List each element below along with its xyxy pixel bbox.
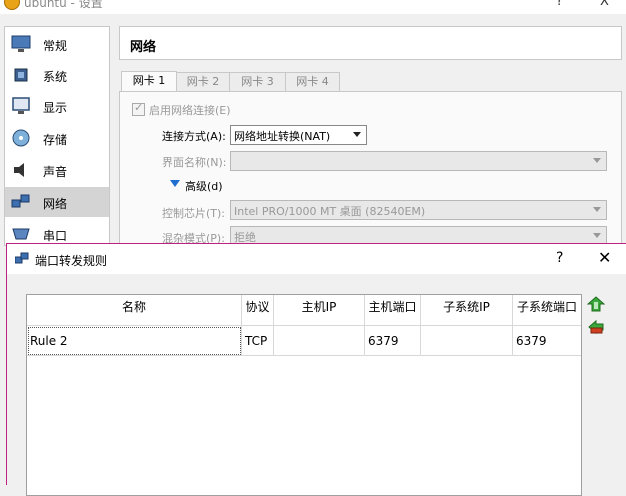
check-icon: ✓ [134, 101, 144, 114]
adapter-type-select[interactable]: Intel PRO/1000 MT 桌面 (82540EM) [230, 200, 607, 220]
cell-name[interactable]: Rule 2 [27, 326, 242, 356]
settings-close-button[interactable]: X [600, 0, 609, 9]
enable-network-label: 启用网络连接(E) [149, 104, 231, 117]
attach-value: 网络地址转换(NAT) [234, 130, 331, 143]
display-icon [12, 97, 30, 114]
chevron-down-icon [593, 158, 601, 163]
column-header-name[interactable]: 名称 [27, 295, 242, 326]
tab-adapter-1[interactable]: 网卡 1 [121, 71, 177, 92]
sidebar-item-label: 声音 [43, 165, 68, 179]
serial-port-icon [12, 228, 30, 240]
sidebar-item-label: 显示 [43, 101, 68, 115]
sidebar-item-label: 网络 [43, 197, 68, 211]
cell-host-ip[interactable] [274, 326, 365, 356]
network-icon [15, 252, 29, 264]
sidebar-item-general[interactable]: 常规 [5, 29, 109, 59]
rules-table: 名称 协议 主机IP 主机端口 子系统IP 子系统端口 Rule 2 TCP 6… [26, 294, 582, 496]
attach-select[interactable]: 网络地址转换(NAT) [230, 125, 367, 145]
expand-triangle-icon[interactable] [170, 180, 180, 187]
speaker-icon [14, 163, 24, 177]
interface-name-label: 界面名称(N): [162, 156, 227, 169]
tab-adapter-4[interactable]: 网卡 4 [285, 72, 340, 91]
network-icon [11, 194, 30, 208]
sidebar-item-storage[interactable]: 存储 [5, 123, 109, 153]
dialog-title: 端口转发规则 [35, 254, 108, 268]
sidebar-item-label: 存储 [43, 133, 68, 147]
column-header-host-ip[interactable]: 主机IP [274, 295, 365, 326]
page-title: 网络 [130, 40, 157, 55]
remove-rule-icon[interactable] [587, 319, 605, 335]
tab-adapter-3[interactable]: 网卡 3 [229, 72, 286, 91]
section-header: 网络 [119, 26, 622, 60]
dialog-title-bar: 端口转发规则 ? ✕ [7, 244, 626, 274]
chip-icon [14, 68, 28, 82]
chevron-down-icon [593, 207, 601, 212]
sidebar-item-label: 常规 [43, 39, 68, 53]
dialog-body: 名称 协议 主机IP 主机端口 子系统IP 子系统端口 Rule 2 TCP 6… [7, 274, 626, 496]
cell-guest-port[interactable]: 6379 [513, 326, 581, 356]
close-button[interactable]: ✕ [598, 248, 611, 267]
virtualbox-icon [4, 0, 20, 10]
tab-adapter-2[interactable]: 网卡 2 [176, 72, 230, 91]
monitor-icon [11, 35, 31, 52]
sidebar-item-network[interactable]: 网络 [5, 187, 109, 217]
settings-window-title: ubuntu - 设置 [24, 0, 103, 10]
port-forwarding-dialog: 端口转发规则 ? ✕ 名称 协议 主机IP 主机端口 子系统IP 子系统端口 R… [6, 243, 626, 496]
interface-name-select[interactable] [230, 151, 607, 171]
sidebar-item-display[interactable]: 显示 [5, 91, 109, 121]
help-button[interactable]: ? [556, 250, 563, 266]
advanced-toggle[interactable]: 高级(d) [185, 178, 223, 194]
settings-help-button[interactable]: ? [556, 0, 563, 9]
column-header-guest-port[interactable]: 子系统端口 [513, 295, 581, 326]
add-rule-icon[interactable] [587, 296, 605, 312]
cell-guest-ip[interactable] [421, 326, 513, 356]
settings-title-bar: ubuntu - 设置 ? X [0, 0, 626, 14]
column-header-protocol[interactable]: 协议 [242, 295, 274, 326]
enable-network-checkbox[interactable]: ✓ [132, 101, 145, 116]
sidebar-item-audio[interactable]: 声音 [5, 155, 109, 185]
disk-icon [12, 129, 30, 147]
adapter-type-value: Intel PRO/1000 MT 桌面 (82540EM) [234, 205, 426, 218]
attach-label: 连接方式(A): [162, 130, 226, 143]
sidebar-item-label: 系统 [43, 70, 68, 84]
adapter-type-label: 控制芯片(T): [162, 207, 226, 220]
chevron-down-icon [593, 233, 601, 238]
chevron-down-icon [353, 132, 361, 137]
sidebar-item-label: 串口 [43, 229, 68, 243]
cell-protocol[interactable]: TCP [242, 326, 274, 356]
cell-host-port[interactable]: 6379 [365, 326, 421, 356]
settings-sidebar: 常规 系统 显示 存储 声音 网络 串口 [4, 26, 110, 246]
column-header-host-port[interactable]: 主机端口 [365, 295, 421, 326]
column-header-guest-ip[interactable]: 子系统IP [421, 295, 513, 326]
sidebar-item-system[interactable]: 系统 [5, 60, 109, 90]
